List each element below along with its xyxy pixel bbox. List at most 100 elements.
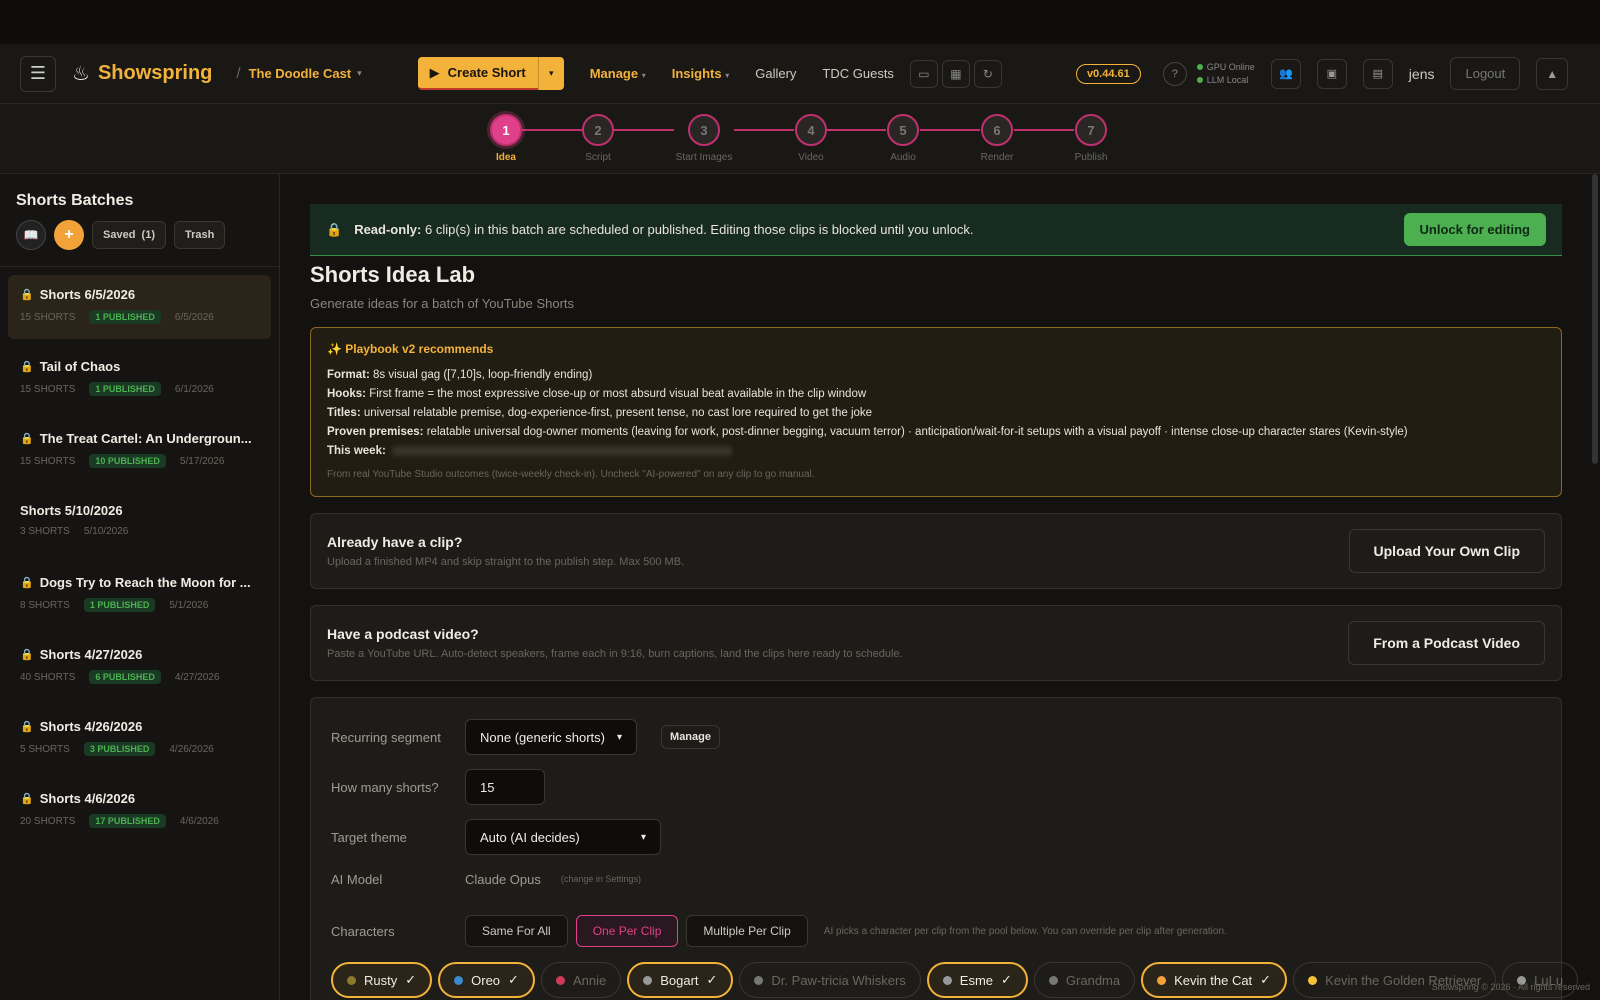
nav-tdc-guests[interactable]: TDC Guests — [822, 66, 894, 81]
step-script[interactable]: 2 Script — [558, 114, 638, 163]
published-badge: 1 PUBLISHED — [89, 382, 161, 396]
youtube-icon[interactable]: ▭ — [909, 59, 938, 88]
scroll-up-icon[interactable]: ▲ — [1536, 57, 1569, 90]
page-subtitle: Generate ideas for a batch of YouTube Sh… — [310, 296, 575, 311]
character-chip[interactable]: Kevin the Golden Retriever — [1293, 962, 1497, 998]
chat-icon[interactable]: ▤ — [1362, 58, 1393, 89]
character-chip[interactable]: Kevin the Cat ✓ — [1141, 962, 1288, 998]
model-value: Claude Opus — [465, 871, 541, 887]
step-audio[interactable]: 5 Audio — [863, 114, 943, 163]
step-label: Script — [585, 152, 611, 163]
podcast-card: Have a podcast video? Paste a YouTube UR… — [310, 605, 1562, 681]
character-chip[interactable]: Oreo ✓ — [438, 962, 535, 998]
batch-item[interactable]: Shorts 5/10/2026 3 SHORTS 5/10/2026 — [8, 491, 271, 555]
batch-date: 4/27/2026 — [174, 671, 220, 683]
character-chip[interactable]: Rusty ✓ — [331, 962, 433, 998]
batch-item[interactable]: 🔒 Shorts 4/26/2026 5 SHORTS 3 PUBLISHED 4/2… — [8, 707, 271, 771]
batch-item[interactable]: 🔒 Shorts 6/5/2026 15 SHORTS 1 PUBLISHED 6/5… — [8, 275, 271, 339]
gpu-status: GPU Online — [1206, 61, 1255, 72]
published-badge: 10 PUBLISHED — [89, 454, 166, 468]
batch-item[interactable]: 🔒 Dogs Try to Reach the Moon for ... 8 SH… — [8, 563, 271, 627]
sidebar-toolbar: 📖 + Saved (1) Trash — [0, 220, 279, 267]
logout-button[interactable]: Logout — [1450, 57, 1521, 90]
character-chip[interactable]: Dr. Paw-tricia Whiskers — [739, 962, 921, 998]
step-number: 5 — [887, 114, 919, 146]
segment-select[interactable]: None (generic shorts) ▾ — [465, 719, 638, 755]
create-short-button[interactable]: ▶ Create Short — [417, 57, 538, 90]
batch-date: 5/17/2026 — [179, 455, 225, 467]
calendar-icon[interactable]: ▦ — [941, 59, 970, 88]
lock-icon: 🔒 — [20, 577, 34, 589]
color-dot — [643, 975, 653, 985]
mode-same-for-all[interactable]: Same For All — [465, 915, 568, 947]
published-badge: 1 PUBLISHED — [89, 310, 161, 324]
step-video[interactable]: 4 Video — [771, 114, 851, 163]
character-chip[interactable]: LuLu — [1502, 962, 1579, 998]
step-number: 2 — [582, 114, 614, 146]
batch-item[interactable]: 🔒 Tail of Chaos 15 SHORTS 1 PUBLISHED 6/1/2… — [8, 347, 271, 411]
team-icon[interactable]: 👥 — [1270, 58, 1301, 89]
theme-select[interactable]: Auto (AI decides) ▾ — [465, 819, 661, 855]
step-idea[interactable]: 1 Idea — [466, 114, 546, 163]
sidebar-title: Shorts Batches — [16, 192, 134, 209]
playbook-titles: Titles: universal relatable premise, dog… — [327, 407, 873, 419]
step-start-images[interactable]: 3 Start Images — [664, 114, 744, 163]
character-chip[interactable]: Esme ✓ — [926, 962, 1028, 998]
nav-insights[interactable]: Insights ▾ — [672, 66, 729, 81]
trash-button[interactable]: Trash — [174, 221, 226, 249]
batch-item[interactable]: 🔒 Shorts 4/27/2026 40 SHORTS 6 PUBLISHED 4/… — [8, 635, 271, 699]
refresh-icon[interactable]: ↻ — [973, 59, 1002, 88]
character-chip[interactable]: Annie — [540, 962, 622, 998]
model-hint[interactable]: (change in Settings) — [561, 874, 641, 884]
create-short-label: Create Short — [447, 65, 526, 80]
help-icon[interactable]: ? — [1162, 61, 1187, 86]
count-input[interactable]: 15 — [465, 769, 545, 805]
mode-multiple-per-clip[interactable]: Multiple Per Clip — [686, 915, 808, 947]
saved-filter-button[interactable]: Saved (1) — [92, 221, 166, 249]
batch-item[interactable]: 🔒 The Treat Cartel: An Undergroun... 15 S… — [8, 419, 271, 483]
character-chip[interactable]: Grandma — [1033, 962, 1136, 998]
main-scrollbar[interactable] — [1592, 174, 1598, 464]
add-batch-button[interactable]: + — [54, 220, 84, 250]
color-dot — [347, 975, 356, 985]
footer-copyright: Showspring © 2026 · All rights reserved — [1431, 982, 1590, 992]
create-short-group: ▶ Create Short ▾ — [417, 57, 564, 90]
podcast-video-button[interactable]: From a Podcast Video — [1348, 621, 1545, 665]
display-icon[interactable]: ▣ — [1316, 58, 1347, 89]
batch-title: Tail of Chaos — [39, 359, 121, 374]
unlock-button[interactable]: Unlock for editing — [1403, 213, 1546, 246]
nav-gallery[interactable]: Gallery — [755, 66, 796, 81]
batch-date: 6/1/2026 — [174, 383, 214, 395]
status-dot — [1196, 76, 1203, 83]
mode-one-per-clip[interactable]: One Per Clip — [575, 915, 679, 947]
model-label: AI Model — [331, 871, 383, 887]
manage-segments-button[interactable]: Manage — [661, 725, 720, 749]
readonly-banner: 🔒 Read-only: 6 clip(s) in this batch are… — [310, 204, 1562, 256]
step-render[interactable]: 6 Render — [957, 114, 1037, 163]
channel-selector[interactable]: The Doodle Cast — [249, 66, 352, 81]
chevron-down-icon[interactable]: ▾ — [357, 68, 362, 79]
book-icon[interactable]: 📖 — [16, 220, 46, 250]
playbook-week: This week: — [327, 442, 1545, 461]
readonly-label: Read-only: — [354, 222, 422, 237]
step-label: Idea — [495, 152, 516, 163]
playbook-hooks: Hooks: First frame = the most expressive… — [327, 388, 867, 400]
hamburger-icon[interactable]: ☰ — [20, 55, 56, 92]
lock-icon: 🔒 — [20, 289, 34, 301]
character-chip[interactable]: Bogart ✓ — [627, 962, 734, 998]
logo[interactable]: ♨ Showspring — [72, 61, 212, 86]
create-dropdown-button[interactable]: ▾ — [537, 57, 564, 90]
step-publish[interactable]: 7 Publish — [1051, 114, 1131, 163]
chevron-down-icon: ▾ — [640, 831, 646, 843]
version-badge[interactable]: v0.44.61 — [1075, 63, 1141, 84]
username[interactable]: jens — [1409, 66, 1435, 82]
logo-icon: ♨ — [72, 63, 90, 85]
color-dot — [1048, 975, 1058, 985]
upload-clip-button[interactable]: Upload Your Own Clip — [1348, 529, 1545, 573]
color-dot — [754, 975, 764, 985]
batch-item[interactable]: 🔒 Shorts 4/6/2026 20 SHORTS 17 PUBLISHED 4/… — [8, 779, 271, 843]
nav-manage[interactable]: Manage ▾ — [590, 66, 646, 81]
color-dot — [454, 975, 464, 985]
step-label: Publish — [1074, 152, 1108, 163]
lock-icon: 🔒 — [20, 721, 34, 733]
